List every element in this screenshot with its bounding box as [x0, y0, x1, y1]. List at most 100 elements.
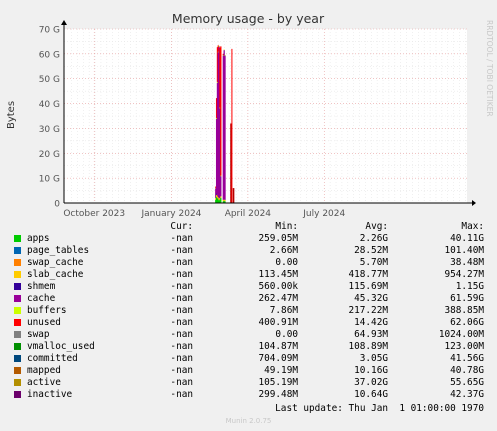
legend-name: page_tables: [27, 245, 90, 256]
legend-name: cache: [27, 293, 56, 304]
legend-max: 38.48M: [450, 257, 484, 268]
legend-min: 0.00: [275, 257, 298, 268]
y-tick-label: 10 G: [39, 175, 60, 185]
rrdtool-credit: RRDTOOL / TOBI OETIKER: [485, 20, 494, 117]
legend-avg: 3.05G: [359, 353, 388, 364]
legend-cur: -nan: [170, 329, 193, 340]
legend-header-min: Min:: [275, 221, 298, 232]
legend-avg: 45.32G: [354, 293, 388, 304]
legend-swatch: [14, 331, 21, 338]
legend-cur: -nan: [170, 317, 193, 328]
legend-name: shmem: [27, 281, 56, 292]
legend-cur: -nan: [170, 233, 193, 244]
legend-min: 7.86M: [269, 305, 298, 316]
y-tick-label: 20 G: [39, 150, 60, 160]
legend-cur: -nan: [170, 341, 193, 352]
legend-name: unused: [27, 317, 61, 328]
legend-min: 113.45M: [258, 269, 298, 280]
legend-avg: 28.52M: [354, 245, 388, 256]
legend-max: 42.37G: [450, 389, 484, 400]
legend-row-buffers: buffers -nan 7.86M 217.22M 388.85M: [0, 305, 497, 317]
legend-row-committed: committed -nan 704.09M 3.05G 41.56G: [0, 353, 497, 365]
legend-name: swap_cache: [27, 257, 84, 268]
legend-min: 104.87M: [258, 341, 298, 352]
legend-name: committed: [27, 353, 78, 364]
legend-name: active: [27, 377, 61, 388]
legend-cur: -nan: [170, 389, 193, 400]
legend-swatch: [14, 343, 21, 350]
area-segment-buffers: [218, 45, 220, 47]
y-tick-label: 50 G: [39, 75, 60, 85]
legend-avg: 37.02G: [354, 377, 388, 388]
legend-swatch: [14, 283, 21, 290]
legend-swatch: [14, 259, 21, 266]
x-tick-label: July 2024: [302, 209, 345, 219]
legend-max: 40.78G: [450, 365, 484, 376]
legend-header-cur: Cur:: [170, 221, 193, 232]
legend-name: apps: [27, 233, 50, 244]
chart: Memory usage - by year Bytes 0 10 G 20 G 30…: [6, 11, 476, 219]
area-segment-slab-cache: [220, 196, 222, 198]
legend-cur: -nan: [170, 245, 193, 256]
legend-cur: -nan: [170, 269, 193, 280]
y-tick-label: 40 G: [39, 100, 60, 110]
legend-swatch: [14, 295, 21, 302]
legend-min: 400.91M: [258, 317, 298, 328]
y-axis-arrow: [61, 20, 67, 25]
legend-avg: 2.26G: [359, 233, 388, 244]
legend-min: 704.09M: [258, 353, 298, 364]
legend-swatch: [14, 307, 21, 314]
legend-max: 388.85M: [444, 305, 484, 316]
legend-row-slab-cache: slab_cache -nan 113.45M 418.77M 954.27M: [0, 269, 497, 281]
legend-cur: -nan: [170, 257, 193, 268]
area-segment-unused: [220, 46, 222, 176]
area-segment-cache: [220, 176, 222, 197]
legend-max: 61.59G: [450, 293, 484, 304]
legend-swatch: [14, 379, 21, 386]
legend-row-swap-cache: swap_cache -nan 0.00 5.70M 38.48M: [0, 257, 497, 269]
legend-cur: -nan: [170, 293, 193, 304]
legend-row-swap: swap -nan 0.00 64.93M 1024.00M: [0, 329, 497, 341]
legend-name: buffers: [27, 305, 67, 316]
legend-max: 55.65G: [450, 377, 484, 388]
legend-row-vmalloc-used: vmalloc_used -nan 104.87M 108.89M 123.00M: [0, 341, 497, 353]
legend-name: swap: [27, 329, 50, 340]
munin-version: Munin 2.0.75: [225, 417, 272, 425]
last-update: Last update: Thu Jan 1 01:00:00 1970: [275, 403, 484, 414]
legend: Cur: Min: Avg: Max: apps -nan 259.05M 2.26G…: [0, 221, 497, 401]
legend-avg: 10.64G: [354, 389, 388, 400]
legend-row-shmem: shmem -nan 560.00k 115.69M 1.15G: [0, 281, 497, 293]
legend-row-inactive: inactive -nan 299.48M 10.64G 42.37G: [0, 389, 497, 401]
legend-avg: 10.16G: [354, 365, 388, 376]
legend-max: 1024.00M: [438, 329, 484, 340]
legend-avg: 115.69M: [348, 281, 388, 292]
x-tick-label: April 2024: [225, 209, 272, 219]
legend-avg: 5.70M: [359, 257, 388, 268]
y-tick-label: 70 G: [39, 26, 60, 36]
legend-max: 954.27M: [444, 269, 484, 280]
area-segment-cache: [224, 55, 226, 200]
legend-cur: -nan: [170, 281, 193, 292]
legend-row-unused: unused -nan 400.91M 14.42G 62.06G: [0, 317, 497, 329]
legend-swatch: [14, 247, 21, 254]
legend-row-cache: cache -nan 262.47M 45.32G 61.59G: [0, 293, 497, 305]
legend-min: 262.47M: [258, 293, 298, 304]
legend-avg: 64.93M: [354, 329, 388, 340]
legend-swatch: [14, 319, 21, 326]
legend-avg: 418.77M: [348, 269, 388, 280]
legend-swatch: [14, 367, 21, 374]
legend-swatch: [14, 391, 21, 398]
legend-row-page-tables: page_tables -nan 2.66M 28.52M 101.40M: [0, 245, 497, 257]
legend-min: 49.19M: [264, 365, 298, 376]
x-axis-arrow: [472, 200, 476, 206]
legend-min: 2.66M: [269, 245, 298, 256]
legend-avg: 217.22M: [348, 305, 388, 316]
legend-max: 1.15G: [455, 281, 484, 292]
x-tick-label: January 2024: [141, 209, 202, 219]
legend-max: 101.40M: [444, 245, 484, 256]
legend-cur: -nan: [170, 365, 193, 376]
legend-name: inactive: [27, 389, 73, 400]
legend-swatch: [14, 271, 21, 278]
y-tick-label: 0: [54, 200, 60, 210]
legend-avg: 108.89M: [348, 341, 388, 352]
